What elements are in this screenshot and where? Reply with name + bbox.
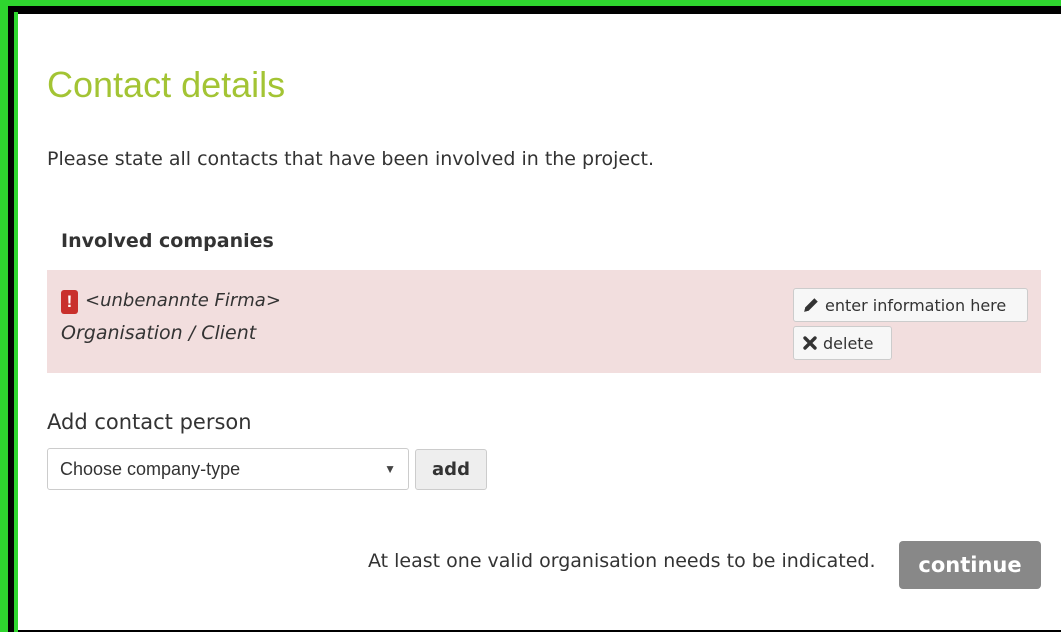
contact-details-panel: Contact details Please state all contact… bbox=[18, 14, 1061, 630]
company-name: <unbenannte Firma> bbox=[85, 290, 281, 311]
add-button[interactable]: add bbox=[415, 449, 487, 490]
x-icon bbox=[802, 335, 818, 351]
pencil-icon bbox=[802, 296, 820, 314]
company-type-select-value: Choose company-type bbox=[60, 458, 241, 479]
intro-text: Please state all contacts that have been… bbox=[47, 148, 655, 170]
page-title: Contact details bbox=[47, 64, 286, 105]
enter-information-button[interactable]: enter information here bbox=[793, 288, 1028, 322]
involved-companies-heading: Involved companies bbox=[61, 230, 274, 252]
frame-border-top bbox=[0, 0, 1061, 6]
continue-button[interactable]: continue bbox=[899, 541, 1041, 589]
validation-note: At least one valid organisation needs to… bbox=[368, 550, 876, 572]
exclamation-icon: ! bbox=[61, 290, 78, 314]
caret-down-icon: ▼ bbox=[384, 462, 396, 476]
enter-information-label: enter information here bbox=[825, 295, 1007, 315]
frame-border-left bbox=[0, 0, 8, 632]
company-type-select[interactable]: Choose company-type ▼ bbox=[47, 448, 409, 490]
company-type: Organisation / Client bbox=[61, 322, 257, 344]
delete-button[interactable]: delete bbox=[793, 326, 892, 360]
add-contact-heading: Add contact person bbox=[47, 410, 252, 434]
company-row: ! <unbenannte Firma> Organisation / Clie… bbox=[47, 270, 1041, 373]
delete-label: delete bbox=[823, 333, 874, 353]
